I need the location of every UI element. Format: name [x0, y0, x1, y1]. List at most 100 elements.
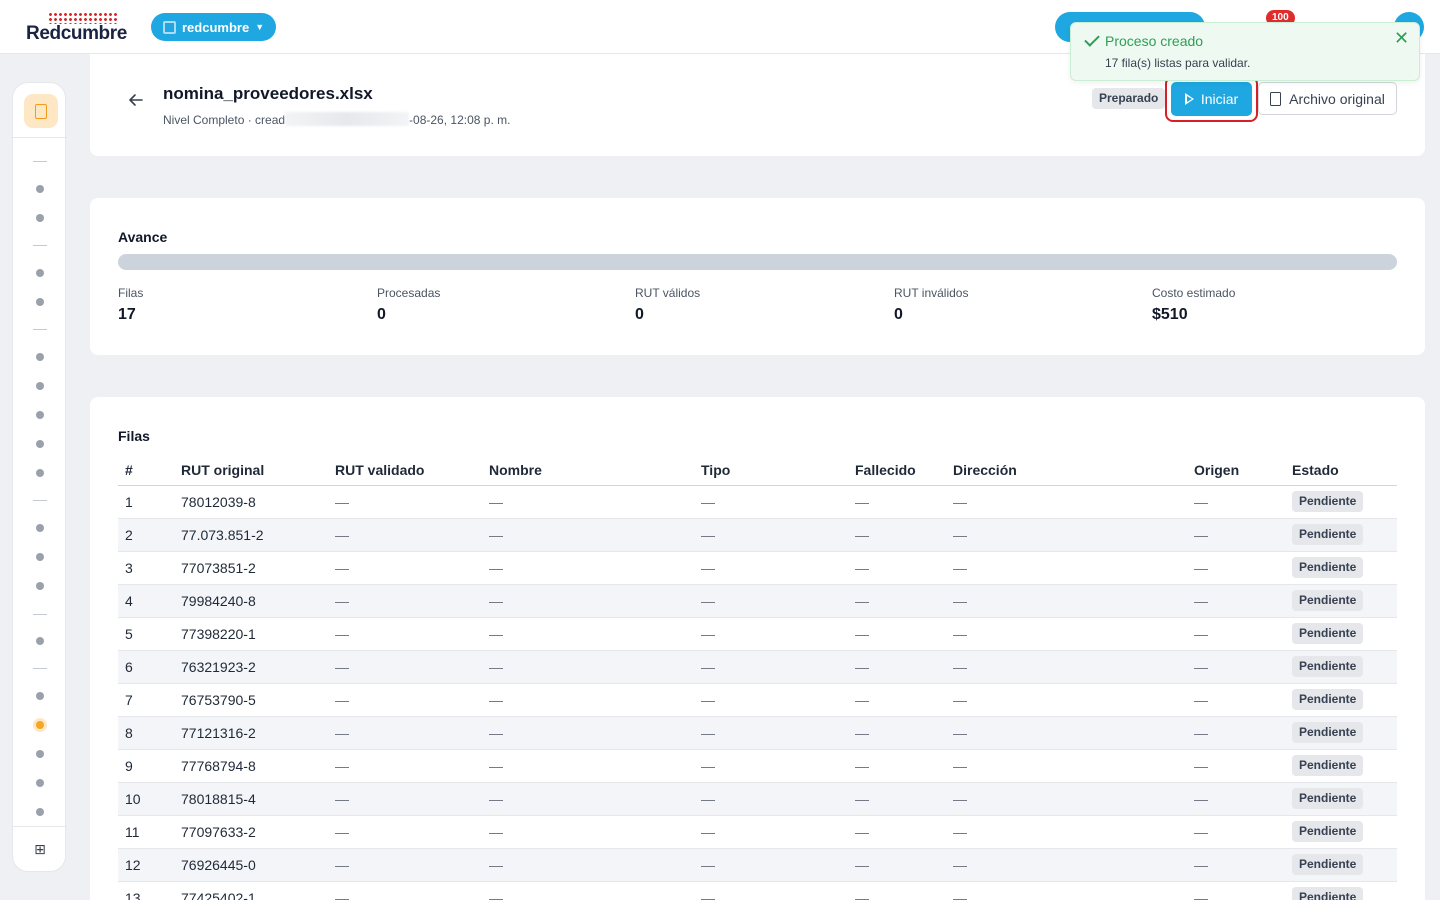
sidebar-divider: [13, 137, 67, 138]
table-row[interactable]: 10 78018815-4— — — — — — Pendiente: [118, 782, 1397, 816]
original-file-button[interactable]: Archivo original: [1258, 82, 1397, 115]
empty-cell: —: [946, 518, 1187, 552]
rut-original: 76926445-0: [174, 848, 328, 882]
table-row[interactable]: 6 76321923-2— — — — — — Pendiente: [118, 650, 1397, 684]
building-icon: [163, 20, 176, 34]
sidebar-item-icon[interactable]: [36, 411, 44, 419]
column-header[interactable]: RUT original: [174, 455, 328, 486]
toast-title: Proceso creado: [1105, 33, 1204, 49]
status-badge: Pendiente: [1292, 557, 1364, 578]
column-header[interactable]: RUT validado: [328, 455, 482, 486]
sidebar-item-icon[interactable]: [36, 750, 44, 758]
redcumbre-logo[interactable]: Redcumbre: [26, 12, 138, 44]
rut-original: 77097633-2: [174, 815, 328, 849]
empty-cell: —: [694, 683, 848, 717]
sidebar-item-icon[interactable]: [36, 214, 44, 222]
status-badge: Pendiente: [1292, 524, 1364, 545]
table-row[interactable]: 12 76926445-0— — — — — — Pendiente: [118, 848, 1397, 882]
empty-cell: —: [1187, 617, 1285, 651]
column-header[interactable]: Fallecido: [848, 455, 946, 486]
empty-cell: —: [482, 551, 694, 585]
row-number: 2: [118, 518, 174, 552]
close-icon[interactable]: ✕: [1394, 29, 1409, 47]
sidebar-item-icon[interactable]: [36, 779, 44, 787]
table-row[interactable]: 9 77768794-8— — — — — — Pendiente: [118, 749, 1397, 783]
stat-item: RUT inválidos 0: [894, 286, 968, 324]
empty-cell: —: [946, 749, 1187, 783]
progress-card: Avance Filas 17 Procesadas 0 RUT válidos 0 RUT…: [90, 198, 1425, 355]
row-number: 10: [118, 782, 174, 816]
empty-cell: —: [848, 881, 946, 900]
check-icon: [1084, 31, 1100, 47]
table-row[interactable]: 8 77121316-2— — — — — — Pendiente: [118, 716, 1397, 750]
empty-cell: —: [694, 551, 848, 585]
column-header[interactable]: #: [118, 455, 174, 486]
table-row[interactable]: 13 77425402-1— — — — — — Pendiente: [118, 881, 1397, 900]
status-badge: Pendiente: [1292, 689, 1364, 710]
empty-cell: —: [328, 617, 482, 651]
rut-original: 79984240-8: [174, 584, 328, 618]
table-row[interactable]: 3 77073851-2— — — — — — Pendiente: [118, 551, 1397, 585]
sidebar-item-icon[interactable]: [36, 808, 44, 816]
org-selector[interactable]: redcumbre ▼: [151, 13, 277, 41]
status-cell: Pendiente: [1285, 881, 1397, 900]
sidebar-item-icon[interactable]: [36, 353, 44, 361]
back-arrow-icon[interactable]: [126, 90, 146, 110]
table-row[interactable]: 4 79984240-8— — — — — — Pendiente: [118, 584, 1397, 618]
logo-text: Redcumbre: [26, 23, 127, 44]
table-row[interactable]: 5 77398220-1— — — — — — Pendiente: [118, 617, 1397, 651]
status-badge: Pendiente: [1292, 656, 1364, 677]
empty-cell: —: [946, 716, 1187, 750]
table-row[interactable]: 2 77.073.851-2— — — — — — Pendiente: [118, 518, 1397, 552]
sidebar-item-icon[interactable]: [36, 524, 44, 532]
status-cell: Pendiente: [1285, 782, 1397, 816]
status-badge: Pendiente: [1292, 491, 1364, 512]
empty-cell: —: [328, 848, 482, 882]
empty-cell: —: [694, 815, 848, 849]
redacted-region: [285, 112, 410, 126]
status-cell: Pendiente: [1285, 749, 1397, 783]
column-header[interactable]: Estado: [1285, 455, 1397, 486]
empty-cell: —: [694, 485, 848, 519]
sidebar-item-icon[interactable]: [36, 185, 44, 193]
status-badge: Pendiente: [1292, 755, 1364, 776]
grid-icon[interactable]: ⊞: [32, 841, 48, 857]
column-header[interactable]: Origen: [1187, 455, 1285, 486]
sidebar-item-icon[interactable]: [36, 469, 44, 477]
empty-cell: —: [848, 617, 946, 651]
table-row[interactable]: 7 76753790-5— — — — — — Pendiente: [118, 683, 1397, 717]
sidebar-item-icon[interactable]: [36, 298, 44, 306]
sidebar-item-icon[interactable]: [36, 721, 44, 729]
empty-cell: —: [946, 815, 1187, 849]
column-header[interactable]: Dirección: [946, 455, 1187, 486]
sidebar-item-icon[interactable]: [36, 692, 44, 700]
sidebar-item-icon[interactable]: [36, 440, 44, 448]
sidebar-item-icon[interactable]: [36, 553, 44, 561]
start-button-label: Iniciar: [1200, 91, 1239, 107]
empty-cell: —: [482, 518, 694, 552]
sidebar-divider: [33, 245, 47, 246]
row-number: 8: [118, 716, 174, 750]
sidebar-item-icon[interactable]: [36, 582, 44, 590]
stat-value: $510: [1152, 306, 1188, 323]
column-header[interactable]: Tipo: [694, 455, 848, 486]
sidebar-item-icon[interactable]: [36, 637, 44, 645]
table-row[interactable]: 1 78012039-8— — — — — — Pendiente: [118, 485, 1397, 519]
row-number: 9: [118, 749, 174, 783]
empty-cell: —: [482, 749, 694, 783]
table-row[interactable]: 11 77097633-2— — — — — — Pendiente: [118, 815, 1397, 849]
empty-cell: —: [946, 485, 1187, 519]
empty-cell: —: [1187, 485, 1285, 519]
sidebar-item-icon[interactable]: [36, 382, 44, 390]
column-header[interactable]: Nombre: [482, 455, 694, 486]
status-badge: Pendiente: [1292, 722, 1364, 743]
empty-cell: —: [1187, 749, 1285, 783]
empty-cell: —: [946, 848, 1187, 882]
rut-original: 77.073.851-2: [174, 518, 328, 552]
empty-cell: —: [848, 716, 946, 750]
empty-cell: —: [946, 683, 1187, 717]
start-button[interactable]: Iniciar: [1171, 82, 1252, 116]
sidebar-item-icon[interactable]: [36, 269, 44, 277]
sidebar-item-documents[interactable]: [24, 94, 58, 128]
status-badge: Pendiente: [1292, 623, 1364, 644]
